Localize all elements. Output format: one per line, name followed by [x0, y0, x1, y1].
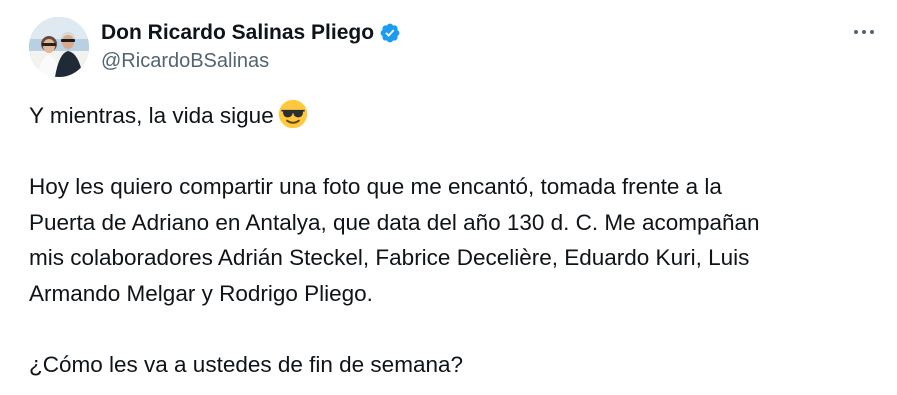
display-name[interactable]: Don Ricardo Salinas Pliego [101, 21, 374, 45]
tweet-text-line-1: Y mientras, la vida sigue [29, 103, 274, 128]
avatar[interactable] [29, 17, 89, 77]
tweet-text-line-6: ¿Cómo les va a ustedes de fin de semana? [29, 351, 463, 377]
author-name-row: Don Ricardo Salinas Pliego [101, 20, 401, 46]
tweet-text-line-4: mis colaboradores Adrián Steckel, Fabric… [29, 245, 750, 270]
tweet-text-line-5: Armando Melgar y Rodrigo Pliego. [29, 280, 373, 306]
smiling-face-with-sunglasses-emoji [278, 99, 307, 129]
avatar-photo [29, 17, 89, 77]
more-options-icon[interactable] [849, 20, 879, 44]
tweet-card: Don Ricardo Salinas Pliego @RicardoBSali… [0, 0, 897, 395]
tweet-text-line-2: Hoy les quiero compartir una foto que me… [29, 174, 722, 199]
tweet-text: Y mientras, la vida sigue Hoy les quiero… [29, 98, 879, 382]
tweet-text-line-3: Puerta de Adriano en Antalya, que data d… [29, 209, 760, 235]
tweet-line: Y mientras, la vida sigue [29, 98, 879, 134]
username-handle[interactable]: @RicardoBSalinas [101, 50, 269, 73]
verified-badge-icon[interactable] [379, 22, 401, 44]
